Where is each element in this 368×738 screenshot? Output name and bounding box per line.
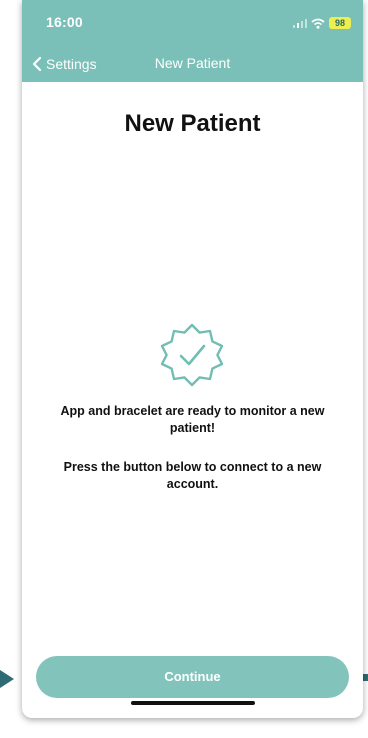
page-title: New Patient [124,110,261,137]
screenshot-canvas: 16:00 98 Settings New Patient New Patien… [0,0,368,738]
status-icons: 98 [293,16,351,30]
app-header: 16:00 98 Settings New Patient [22,0,363,82]
signal-icon [293,19,307,28]
ready-message: App and bracelet are ready to monitor a … [60,404,325,435]
nav-title: New Patient [154,55,231,71]
wifi-icon [311,18,325,29]
phone-screen: 16:00 98 Settings New Patient New Patien… [22,0,363,718]
instruction-message: Press the button below to connect to a n… [63,460,322,491]
status-time: 16:00 [46,14,83,30]
battery-icon: 98 [329,17,351,29]
home-indicator [131,701,255,705]
verified-badge-icon [160,323,224,387]
continue-button[interactable]: Continue [36,656,349,698]
annotation-arrow-left [0,670,14,688]
